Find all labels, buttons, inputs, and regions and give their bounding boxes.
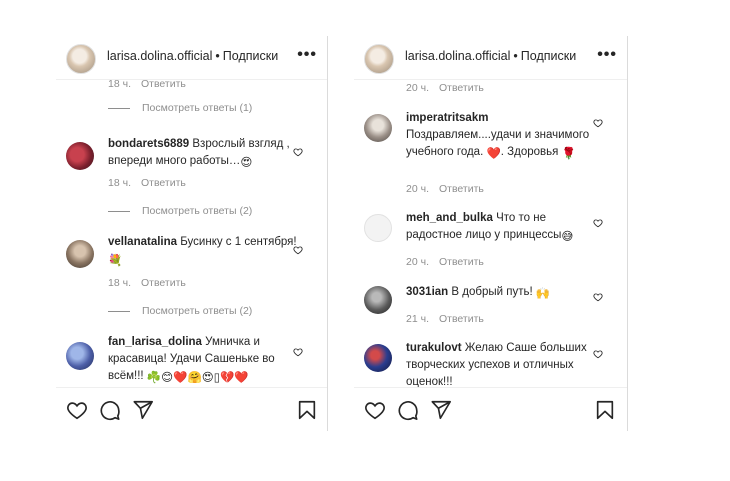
profile-username[interactable]: larisa.dolina.official: [405, 49, 510, 63]
share-icon[interactable]: [430, 399, 452, 421]
view-replies-label: Посмотреть ответы (2): [142, 305, 253, 317]
reply-button[interactable]: Ответить: [141, 177, 186, 189]
separator-dot: •: [215, 49, 220, 63]
like-icon[interactable]: [66, 399, 88, 421]
profile-avatar[interactable]: [66, 44, 96, 74]
view-replies-button[interactable]: Посмотреть ответы (2): [108, 205, 252, 217]
following-label[interactable]: Подписки: [223, 49, 278, 63]
post-panel-left: larisa.dolina.official • Подписки ••• 18 ч…: [56, 36, 328, 431]
like-heart-icon[interactable]: [593, 218, 603, 228]
commenter-avatar[interactable]: [364, 286, 392, 314]
comment-username[interactable]: turakulovt: [406, 342, 462, 354]
share-icon[interactable]: [132, 399, 154, 421]
reply-button[interactable]: Ответить: [141, 277, 186, 289]
reply-button[interactable]: Ответить: [439, 183, 484, 195]
comment-body: turakulovt Желаю Саше больших творческих…: [406, 340, 596, 387]
comment-time: 18 ч.: [108, 177, 131, 189]
commenter-avatar[interactable]: [364, 344, 392, 372]
comment-meta: 18 ч. Ответить: [108, 277, 186, 289]
commenter-avatar[interactable]: [66, 342, 94, 370]
comment-body: fan_larisa_dolina Умничка и красавица! У…: [108, 334, 298, 387]
comment-emojis: 😍: [240, 157, 253, 169]
divider-line: [108, 310, 130, 312]
like-heart-icon[interactable]: [293, 245, 303, 255]
comment-body: bondarets6889 Взрослый взгляд , впереди …: [108, 136, 298, 172]
comment-username[interactable]: meh_and_bulka: [406, 212, 493, 224]
comment-username[interactable]: bondarets6889: [108, 138, 189, 150]
reply-button[interactable]: Ответить: [439, 313, 484, 325]
comment-time: 21 ч.: [406, 313, 429, 325]
view-replies-button[interactable]: Посмотреть ответы (2): [108, 305, 252, 317]
comment-emojis: ☘️😊❤️🤗😍▯💔❤️: [146, 372, 249, 384]
comment-time: 18 ч.: [108, 277, 131, 289]
comment-text: В добрый путь!: [451, 286, 533, 298]
view-replies-button[interactable]: Посмотреть ответы (1): [108, 102, 252, 114]
commenter-avatar[interactable]: [66, 240, 94, 268]
comment-icon[interactable]: [397, 399, 419, 421]
comment-body: 3031ian В добрый путь! 🙌: [406, 284, 596, 303]
header-title: larisa.dolina.official • Подписки: [405, 49, 576, 63]
save-bookmark-icon[interactable]: [296, 399, 318, 421]
like-heart-icon[interactable]: [293, 347, 303, 357]
post-actions-bar: [56, 387, 327, 431]
comments-list: 20 ч. Ответить imperatritsakm Поздравляем…: [354, 80, 627, 387]
profile-avatar[interactable]: [364, 44, 394, 74]
divider-line: [108, 107, 130, 109]
reply-button[interactable]: Ответить: [141, 80, 186, 90]
following-label[interactable]: Подписки: [521, 49, 576, 63]
post-header: larisa.dolina.official • Подписки •••: [56, 36, 327, 80]
commenter-avatar[interactable]: [364, 114, 392, 142]
comment-emojis: 😅: [561, 231, 574, 243]
comment-time: 20 ч.: [406, 183, 429, 195]
comment-body: vellanatalina Бусинку с 1 сентября! 💐: [108, 234, 298, 270]
save-bookmark-icon[interactable]: [594, 399, 616, 421]
comment-body: meh_and_bulka Что то не радостное лицо у…: [406, 210, 596, 246]
comment-meta: 20 ч. Ответить: [406, 183, 484, 195]
reply-button[interactable]: Ответить: [439, 82, 484, 94]
post-header: larisa.dolina.official • Подписки •••: [354, 36, 627, 80]
comments-list: 18 ч. Ответить Посмотреть ответы (1) bond…: [56, 80, 327, 387]
more-options-icon[interactable]: •••: [297, 46, 317, 64]
comment-emojis: 💐: [108, 255, 123, 267]
comment-emojis: 🙌: [535, 288, 551, 300]
like-heart-icon[interactable]: [593, 349, 603, 359]
commenter-avatar[interactable]: [66, 142, 94, 170]
post-panel-right: larisa.dolina.official • Подписки ••• 20 ч…: [354, 36, 628, 431]
profile-username[interactable]: larisa.dolina.official: [107, 49, 212, 63]
more-options-icon[interactable]: •••: [597, 46, 617, 64]
post-actions-bar: [354, 387, 627, 431]
divider-line: [108, 210, 130, 212]
comment-meta: 18 ч. Ответить: [108, 177, 186, 189]
comment-time: 20 ч.: [406, 82, 429, 94]
comment-time: 20 ч.: [406, 256, 429, 268]
separator-dot: •: [513, 49, 518, 63]
comment-body: imperatritsakm Поздравляем....удачи и зн…: [406, 110, 596, 163]
like-heart-icon[interactable]: [593, 292, 603, 302]
comment-time: 18 ч.: [108, 80, 131, 90]
view-replies-label: Посмотреть ответы (1): [142, 102, 253, 114]
like-heart-icon[interactable]: [593, 118, 603, 128]
comment-meta: 18 ч. Ответить: [108, 80, 186, 90]
view-replies-label: Посмотреть ответы (2): [142, 205, 253, 217]
comment-username[interactable]: imperatritsakm: [406, 112, 488, 124]
like-heart-icon[interactable]: [293, 147, 303, 157]
comment-username[interactable]: fan_larisa_dolina: [108, 336, 202, 348]
comment-icon[interactable]: [99, 399, 121, 421]
comment-text: Бусинку с 1 сентября!: [180, 236, 297, 248]
reply-button[interactable]: Ответить: [439, 256, 484, 268]
comment-meta: 20 ч. Ответить: [406, 256, 484, 268]
comment-emojis: ❤️: [486, 148, 501, 160]
comment-username[interactable]: vellanatalina: [108, 236, 177, 248]
commenter-avatar[interactable]: [364, 214, 392, 242]
comment-text-continued: . Здоровья: [500, 146, 559, 158]
comment-meta: 20 ч. Ответить: [406, 82, 484, 94]
header-title: larisa.dolina.official • Подписки: [107, 49, 278, 63]
like-icon[interactable]: [364, 399, 386, 421]
comment-meta: 21 ч. Ответить: [406, 313, 484, 325]
comment-username[interactable]: 3031ian: [406, 286, 448, 298]
comment-emojis-continued: 🌹: [561, 148, 576, 160]
